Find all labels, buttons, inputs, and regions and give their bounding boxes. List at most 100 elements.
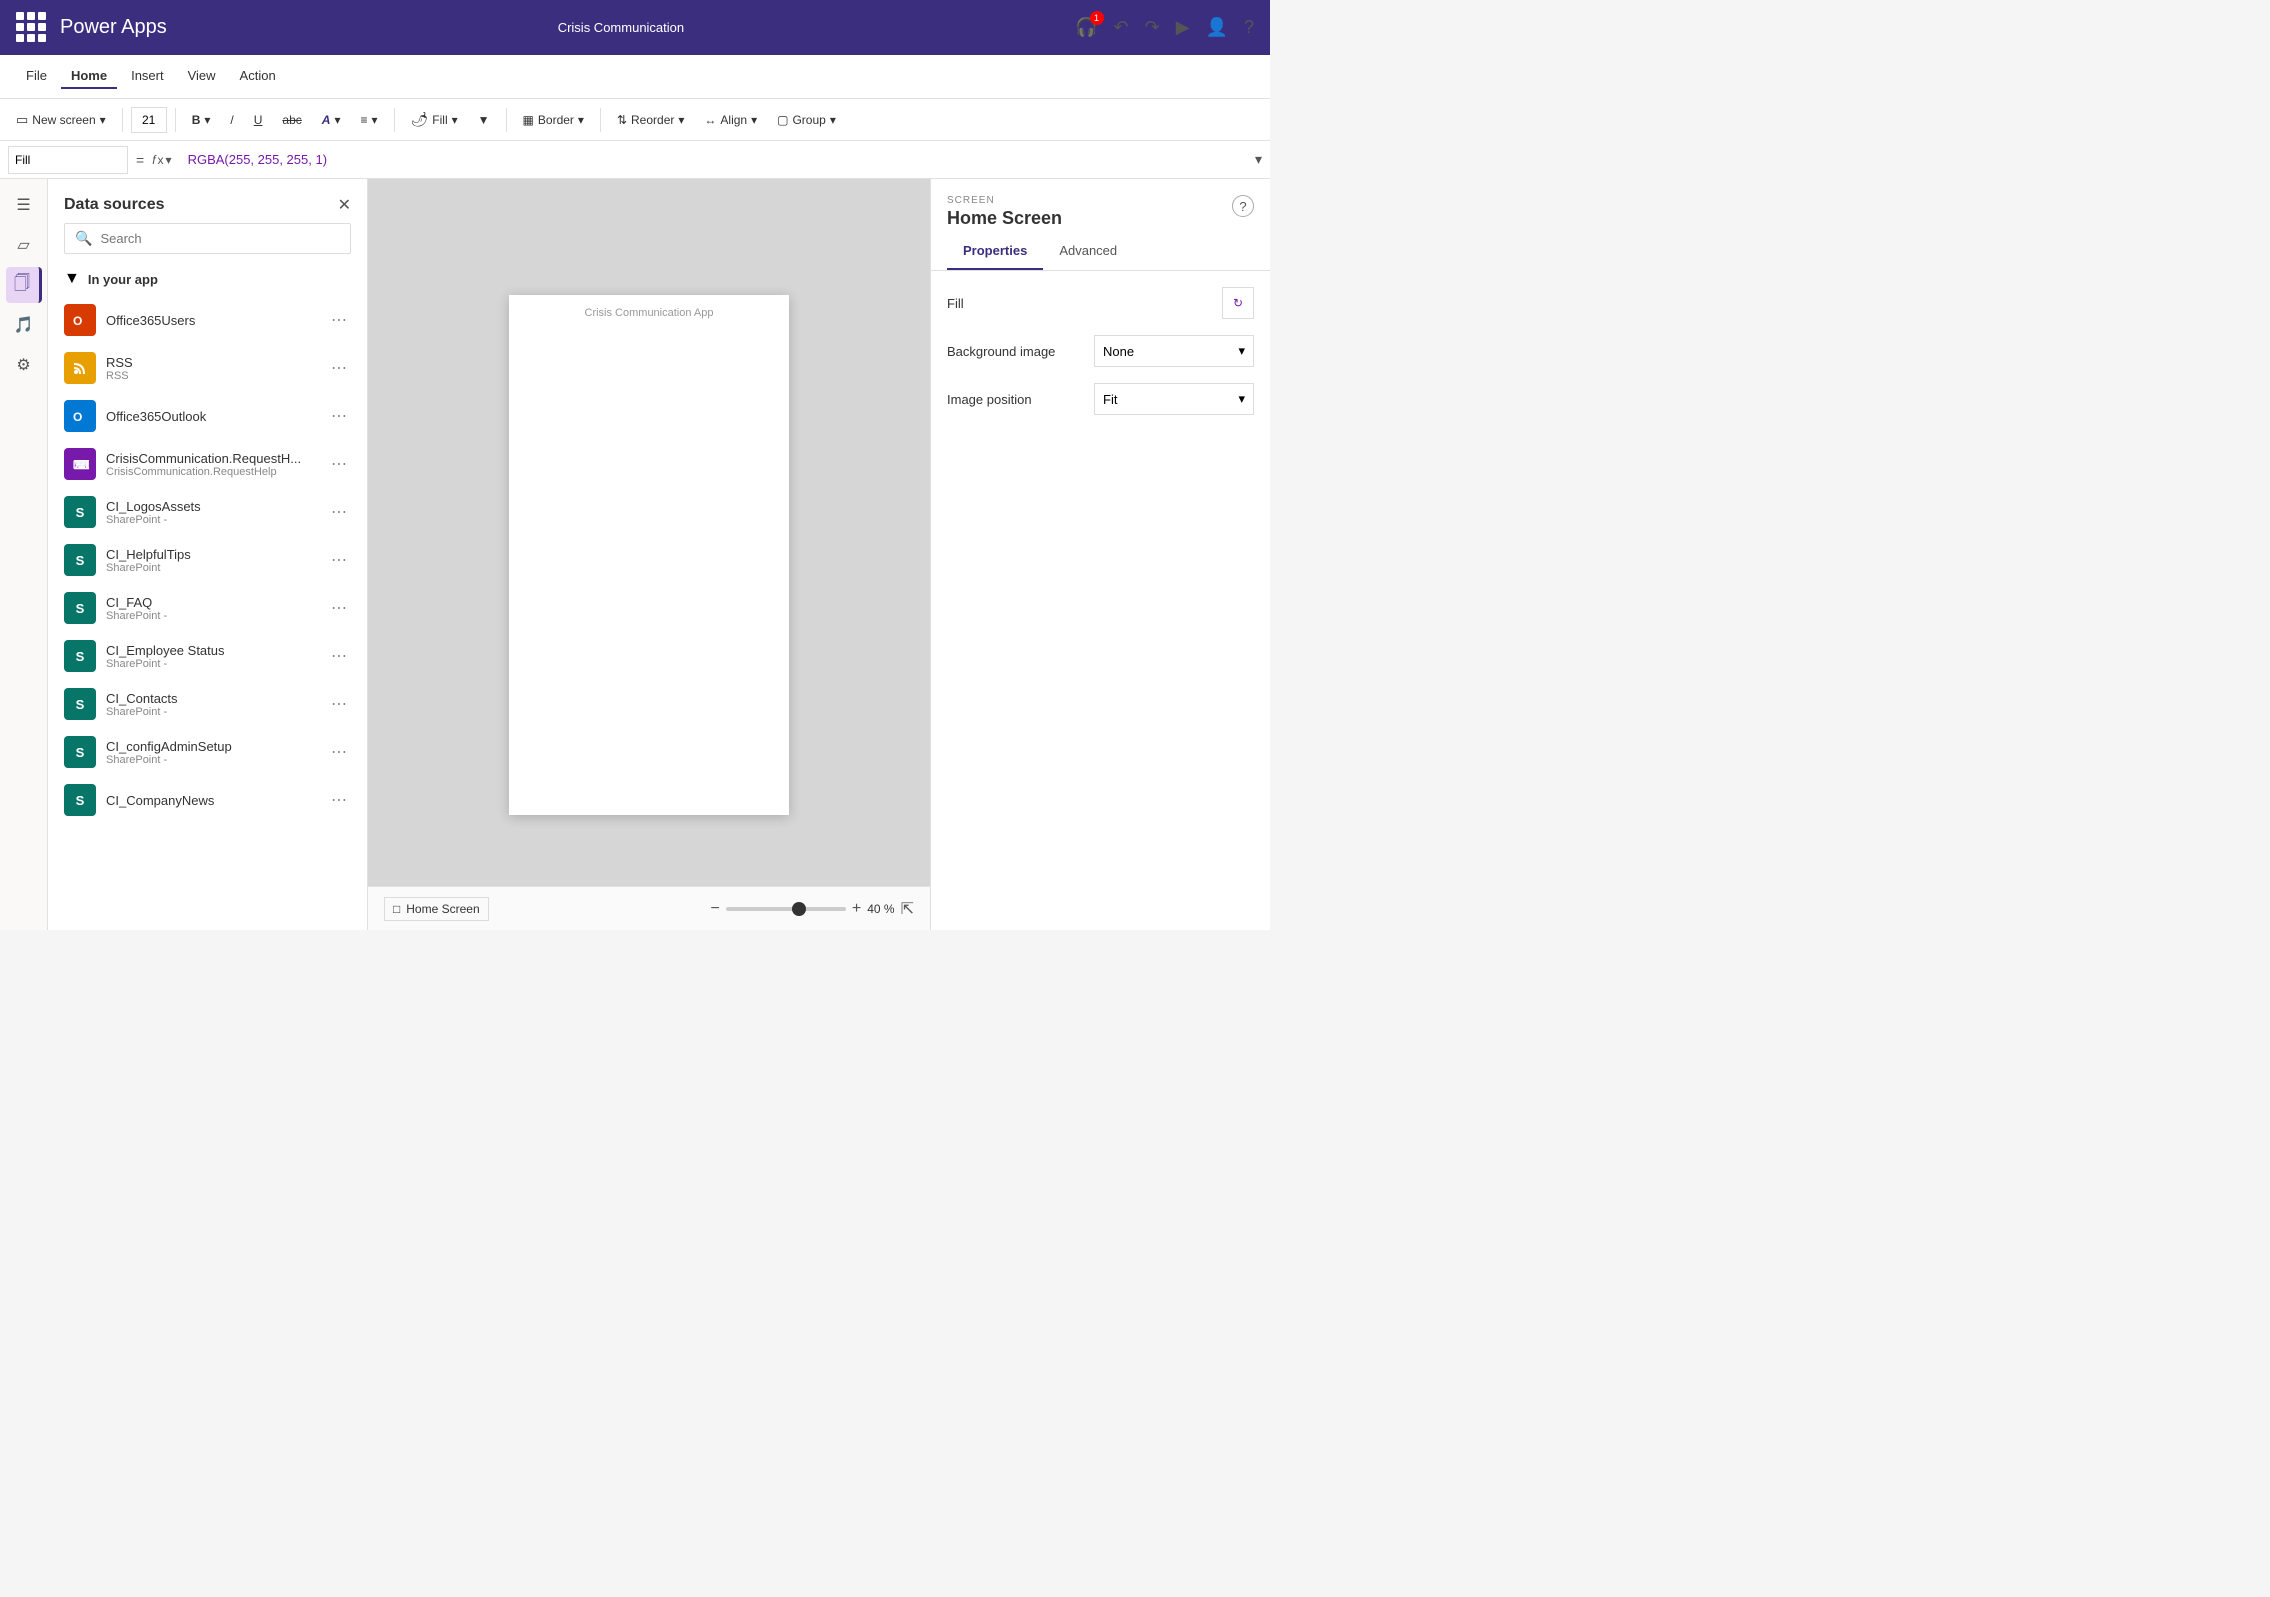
search-input[interactable] — [100, 231, 340, 246]
group-button[interactable]: ▢ Group ▾ — [769, 109, 844, 131]
right-panel: SCREEN Home Screen ? Properties Advanced… — [930, 179, 1270, 930]
section-header-in-app[interactable]: ▼ In your app — [48, 262, 367, 296]
item-more-button[interactable]: ⋯ — [327, 498, 351, 526]
property-select[interactable]: Fill — [8, 146, 128, 174]
item-more-button[interactable]: ⋯ — [327, 690, 351, 718]
menu-insert[interactable]: Insert — [121, 64, 174, 89]
reset-icon: ↻ — [1233, 296, 1243, 310]
image-position-label: Image position — [947, 392, 1094, 407]
item-more-button[interactable]: ⋯ — [327, 546, 351, 574]
align-tool-icon: ↔ — [704, 113, 716, 127]
zoom-out-button[interactable]: − — [711, 900, 720, 918]
strikethrough-button[interactable]: abc — [274, 109, 309, 131]
bold-button[interactable]: B ▾ — [184, 109, 219, 131]
screen-icon: ▭ — [16, 112, 28, 128]
menu-home[interactable]: Home — [61, 64, 117, 89]
list-item[interactable]: S CI_CompanyNews ⋯ — [48, 776, 367, 824]
list-item[interactable]: ⌨ CrisisCommunication.RequestH... Crisis… — [48, 440, 367, 488]
fill-button[interactable]: 🌶 Fill ▾ — [403, 107, 466, 132]
chevron-down-icon-align: ▾ — [371, 113, 377, 127]
redo-icon[interactable]: ↷ — [1145, 17, 1160, 38]
separator-1 — [122, 108, 123, 132]
background-image-select[interactable]: None ▾ — [1094, 335, 1254, 367]
border-icon: ▦ — [523, 113, 534, 127]
item-more-button[interactable]: ⋯ — [327, 450, 351, 478]
chevron-down-icon-group: ▾ — [830, 113, 836, 127]
image-position-select[interactable]: Fit ▾ — [1094, 383, 1254, 415]
sharepoint-icon-3: S — [64, 592, 96, 624]
item-name: Office365Users — [106, 313, 317, 328]
left-icon-media[interactable]: 🎵 — [6, 307, 42, 343]
fill-color-button[interactable]: ↻ — [1222, 287, 1254, 319]
item-more-button[interactable]: ⋯ — [327, 594, 351, 622]
list-item[interactable]: S CI_LogosAssets SharePoint - ⋯ — [48, 488, 367, 536]
menu-file[interactable]: File — [16, 64, 57, 89]
left-icon-menu[interactable]: ☰ — [6, 187, 42, 223]
item-more-button[interactable]: ⋯ — [327, 402, 351, 430]
separator-4 — [506, 108, 507, 132]
list-item[interactable]: S CI_HelpfulTips SharePoint ⋯ — [48, 536, 367, 584]
play-icon[interactable]: ▶ — [1176, 17, 1190, 38]
item-more-button[interactable]: ⋯ — [327, 786, 351, 814]
dropdown-btn[interactable]: ▼ — [470, 109, 498, 131]
office365users-icon: O — [64, 304, 96, 336]
underline-button[interactable]: U — [246, 109, 271, 131]
sharepoint-icon-4: S — [64, 640, 96, 672]
item-more-button[interactable]: ⋯ — [327, 642, 351, 670]
list-item[interactable]: S CI_Contacts SharePoint - ⋯ — [48, 680, 367, 728]
left-icon-layers[interactable]: ▱ — [6, 227, 42, 263]
slash-button[interactable]: / — [222, 109, 241, 131]
item-more-button[interactable]: ⋯ — [327, 306, 351, 334]
tab-properties[interactable]: Properties — [947, 233, 1043, 270]
canvas-app-title: Crisis Communication App — [585, 307, 714, 319]
phone-frame: Crisis Communication App — [509, 295, 789, 815]
new-screen-button[interactable]: ▭ New screen ▾ — [8, 108, 114, 132]
help-icon[interactable]: ? — [1244, 17, 1254, 38]
search-icon: 🔍 — [75, 230, 92, 247]
list-item[interactable]: RSS RSS ⋯ — [48, 344, 367, 392]
item-name: CI_HelpfulTips — [106, 547, 317, 562]
zoom-slider[interactable] — [726, 907, 846, 911]
outlook-icon: O — [64, 400, 96, 432]
search-box[interactable]: 🔍 — [64, 223, 351, 254]
align-tool-button[interactable]: ↔ Align ▾ — [696, 109, 765, 131]
font-color-button[interactable]: A ▾ — [314, 109, 349, 131]
screen-checkbox-icon: □ — [393, 902, 400, 916]
chevron-down-icon-a: ▾ — [334, 113, 340, 127]
list-item[interactable]: O Office365Outlook ⋯ — [48, 392, 367, 440]
undo-icon[interactable]: ↶ — [1114, 17, 1129, 38]
align-button[interactable]: ≡ ▾ — [352, 109, 385, 131]
headset-icon[interactable]: 🎧 1 — [1075, 17, 1097, 38]
screen-bottom-label: Home Screen — [406, 902, 479, 916]
menu-action[interactable]: Action — [230, 64, 286, 89]
item-more-button[interactable]: ⋯ — [327, 354, 351, 382]
waffle-icon[interactable] — [16, 12, 48, 44]
panel-close-button[interactable]: ✕ — [338, 195, 351, 215]
left-sidebar: ☰ ▱ 🗍 🎵 ⚙ — [0, 179, 48, 930]
list-item[interactable]: O Office365Users ⋯ — [48, 296, 367, 344]
help-button[interactable]: ? — [1232, 195, 1254, 217]
fx-button[interactable]: fx ▾ — [152, 153, 171, 167]
reorder-button[interactable]: ⇅ Reorder ▾ — [609, 109, 692, 131]
separator-5 — [600, 108, 601, 132]
list-item[interactable]: S CI_Employee Status SharePoint - ⋯ — [48, 632, 367, 680]
zoom-expand-button[interactable]: ⇱ — [901, 899, 914, 919]
list-item[interactable]: S CI_FAQ SharePoint - ⋯ — [48, 584, 367, 632]
left-icon-data[interactable]: 🗍 — [6, 267, 42, 303]
formula-expand-icon[interactable]: ▾ — [1255, 151, 1262, 168]
list-item[interactable]: S CI_configAdminSetup SharePoint - ⋯ — [48, 728, 367, 776]
formula-display[interactable]: RGBA(255, 255, 255, 1) — [180, 152, 1247, 167]
chevron-down-icon-fill: ▾ — [452, 113, 458, 127]
account-icon[interactable]: 👤 — [1206, 17, 1228, 38]
font-size-input[interactable]: 21 — [131, 107, 167, 133]
zoom-in-button[interactable]: + — [852, 900, 861, 918]
item-name: CI_Employee Status — [106, 643, 317, 658]
sharepoint-icon-7: S — [64, 784, 96, 816]
border-button[interactable]: ▦ Border ▾ — [515, 109, 592, 131]
screen-label-box[interactable]: □ Home Screen — [384, 897, 489, 921]
item-name: Office365Outlook — [106, 409, 317, 424]
item-more-button[interactable]: ⋯ — [327, 738, 351, 766]
left-icon-controls[interactable]: ⚙ — [6, 347, 42, 383]
menu-view[interactable]: View — [178, 64, 226, 89]
tab-advanced[interactable]: Advanced — [1043, 233, 1133, 270]
